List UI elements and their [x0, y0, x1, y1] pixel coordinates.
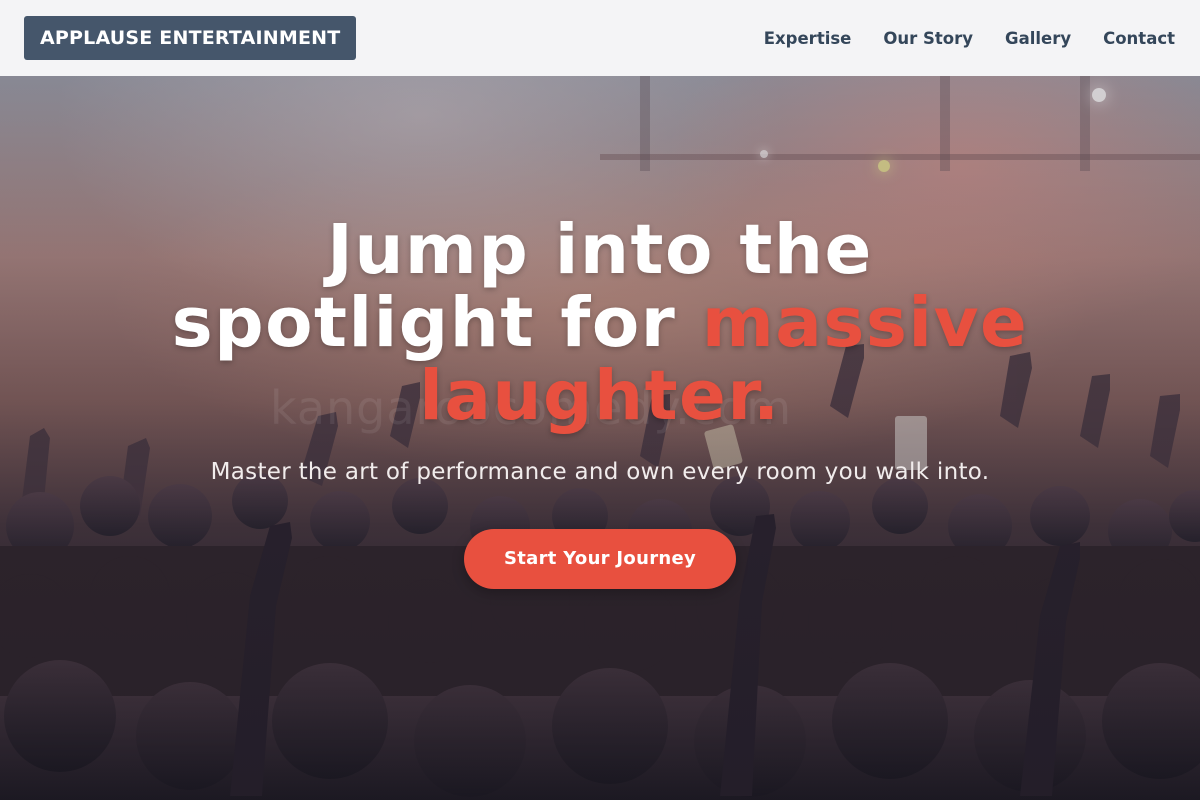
nav-link-our-story[interactable]: Our Story: [883, 29, 973, 48]
hero-section: kangaroocomedy.com Jump into the spotlig…: [0, 76, 1200, 800]
start-journey-button[interactable]: Start Your Journey: [463, 529, 737, 589]
site-header: APPLAUSE ENTERTAINMENT Expertise Our Sto…: [0, 0, 1200, 76]
nav-link-contact[interactable]: Contact: [1103, 29, 1175, 48]
hero-headline: Jump into the spotlight for massive laug…: [150, 214, 1050, 433]
hero-content: Jump into the spotlight for massive laug…: [0, 214, 1200, 589]
nav-link-gallery[interactable]: Gallery: [1005, 29, 1071, 48]
brand-logo[interactable]: APPLAUSE ENTERTAINMENT: [24, 16, 357, 60]
main-nav: Expertise Our Story Gallery Contact: [764, 29, 1176, 48]
nav-link-expertise[interactable]: Expertise: [764, 29, 852, 48]
hero-subtitle: Master the art of performance and own ev…: [210, 459, 990, 485]
